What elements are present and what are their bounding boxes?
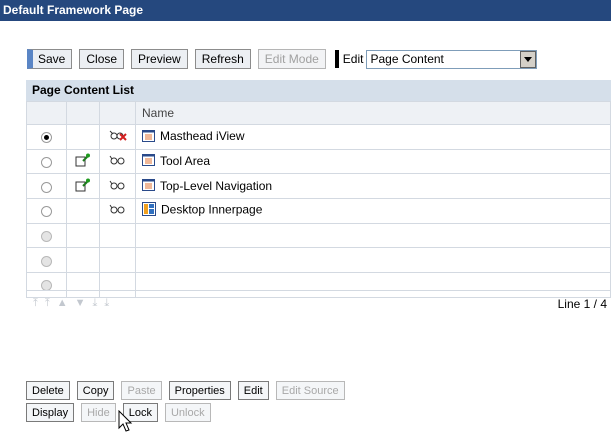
preview-button[interactable]: Preview xyxy=(131,49,188,69)
edit-select-value: Page Content xyxy=(370,51,444,66)
line-info: Line 1 / 4 xyxy=(557,296,607,311)
row-radio xyxy=(41,255,52,267)
glasses-icon[interactable] xyxy=(109,180,127,195)
row-name[interactable]: Desktop Innerpage xyxy=(161,203,262,217)
page-title: Default Framework Page xyxy=(0,0,611,21)
column-header-name[interactable]: Name xyxy=(135,101,611,125)
table-row[interactable]: Masthead iView xyxy=(26,124,611,150)
save-button[interactable]: Save xyxy=(27,49,73,69)
table-row[interactable]: Tool Area xyxy=(26,148,611,175)
previous-line-icon[interactable]: ▲ xyxy=(57,297,75,309)
panel-header: Page Content List xyxy=(26,80,611,101)
row-radio[interactable] xyxy=(41,181,52,193)
toolbar-separator xyxy=(334,50,339,68)
next-line-icon[interactable]: ▼ xyxy=(75,297,93,309)
hide-button[interactable]: Hide xyxy=(81,403,116,422)
close-button[interactable]: Close xyxy=(79,49,125,69)
properties-button[interactable]: Properties xyxy=(168,381,231,400)
row-radio[interactable] xyxy=(41,132,52,144)
row-radio[interactable] xyxy=(41,206,52,218)
glasses-icon[interactable] xyxy=(109,155,127,170)
table-row xyxy=(26,247,611,274)
edit-label: Edit xyxy=(342,52,364,66)
glasses-crossed-icon[interactable] xyxy=(109,130,127,145)
table-navigation: ⤒⤒▲▼⤓⤓ xyxy=(26,297,558,310)
next-page-icon[interactable]: ⤓ xyxy=(93,297,105,309)
dropdown-arrow-icon[interactable] xyxy=(520,50,537,68)
row-name[interactable]: Tool Area xyxy=(160,154,210,168)
page-icon xyxy=(142,202,156,219)
mouse-pointer-icon xyxy=(118,409,134,437)
iview-icon xyxy=(142,129,155,145)
action-row-1: Delete Copy Paste Properties Edit Edit S… xyxy=(26,381,352,400)
edit-source-button[interactable]: Edit Source xyxy=(275,381,345,400)
table-row xyxy=(26,222,611,249)
previous-page-icon[interactable]: ⤒ xyxy=(45,297,57,309)
unlock-button[interactable]: Unlock xyxy=(164,403,211,422)
display-button[interactable]: Display xyxy=(26,403,75,422)
toolbar: Save Close Preview Refresh Edit Mode Edi… xyxy=(27,45,538,73)
iview-icon xyxy=(142,154,155,169)
row-name[interactable]: Top-Level Navigation xyxy=(160,179,272,193)
row-radio xyxy=(41,230,52,242)
table-header-row: Name xyxy=(26,101,611,125)
glasses-icon[interactable] xyxy=(109,205,127,219)
row-radio[interactable] xyxy=(41,156,52,168)
iview-icon xyxy=(142,178,155,194)
page-content-table: Name Masthead iView Tool Area Top-Level … xyxy=(26,101,611,298)
table-row[interactable]: Desktop Innerpage xyxy=(26,198,611,224)
table-footer: ⤒⤒▲▼⤓⤓ Line 1 / 4 xyxy=(26,290,611,316)
edit-mode-button[interactable]: Edit Mode xyxy=(257,49,326,69)
first-page-icon[interactable]: ⤒ xyxy=(33,297,45,309)
row-name[interactable]: Masthead iView xyxy=(160,129,245,143)
pin-icon[interactable] xyxy=(75,153,91,170)
last-page-icon[interactable]: ⤓ xyxy=(104,297,116,309)
refresh-button[interactable]: Refresh xyxy=(194,49,251,69)
edit-button[interactable]: Edit xyxy=(237,381,269,400)
paste-button[interactable]: Paste xyxy=(121,381,162,400)
delete-button[interactable]: Delete xyxy=(26,381,70,400)
pin-icon[interactable] xyxy=(75,178,91,195)
edit-select[interactable]: Page Content xyxy=(366,49,538,69)
copy-button[interactable]: Copy xyxy=(76,381,115,400)
table-row[interactable]: Top-Level Navigation xyxy=(26,173,611,200)
